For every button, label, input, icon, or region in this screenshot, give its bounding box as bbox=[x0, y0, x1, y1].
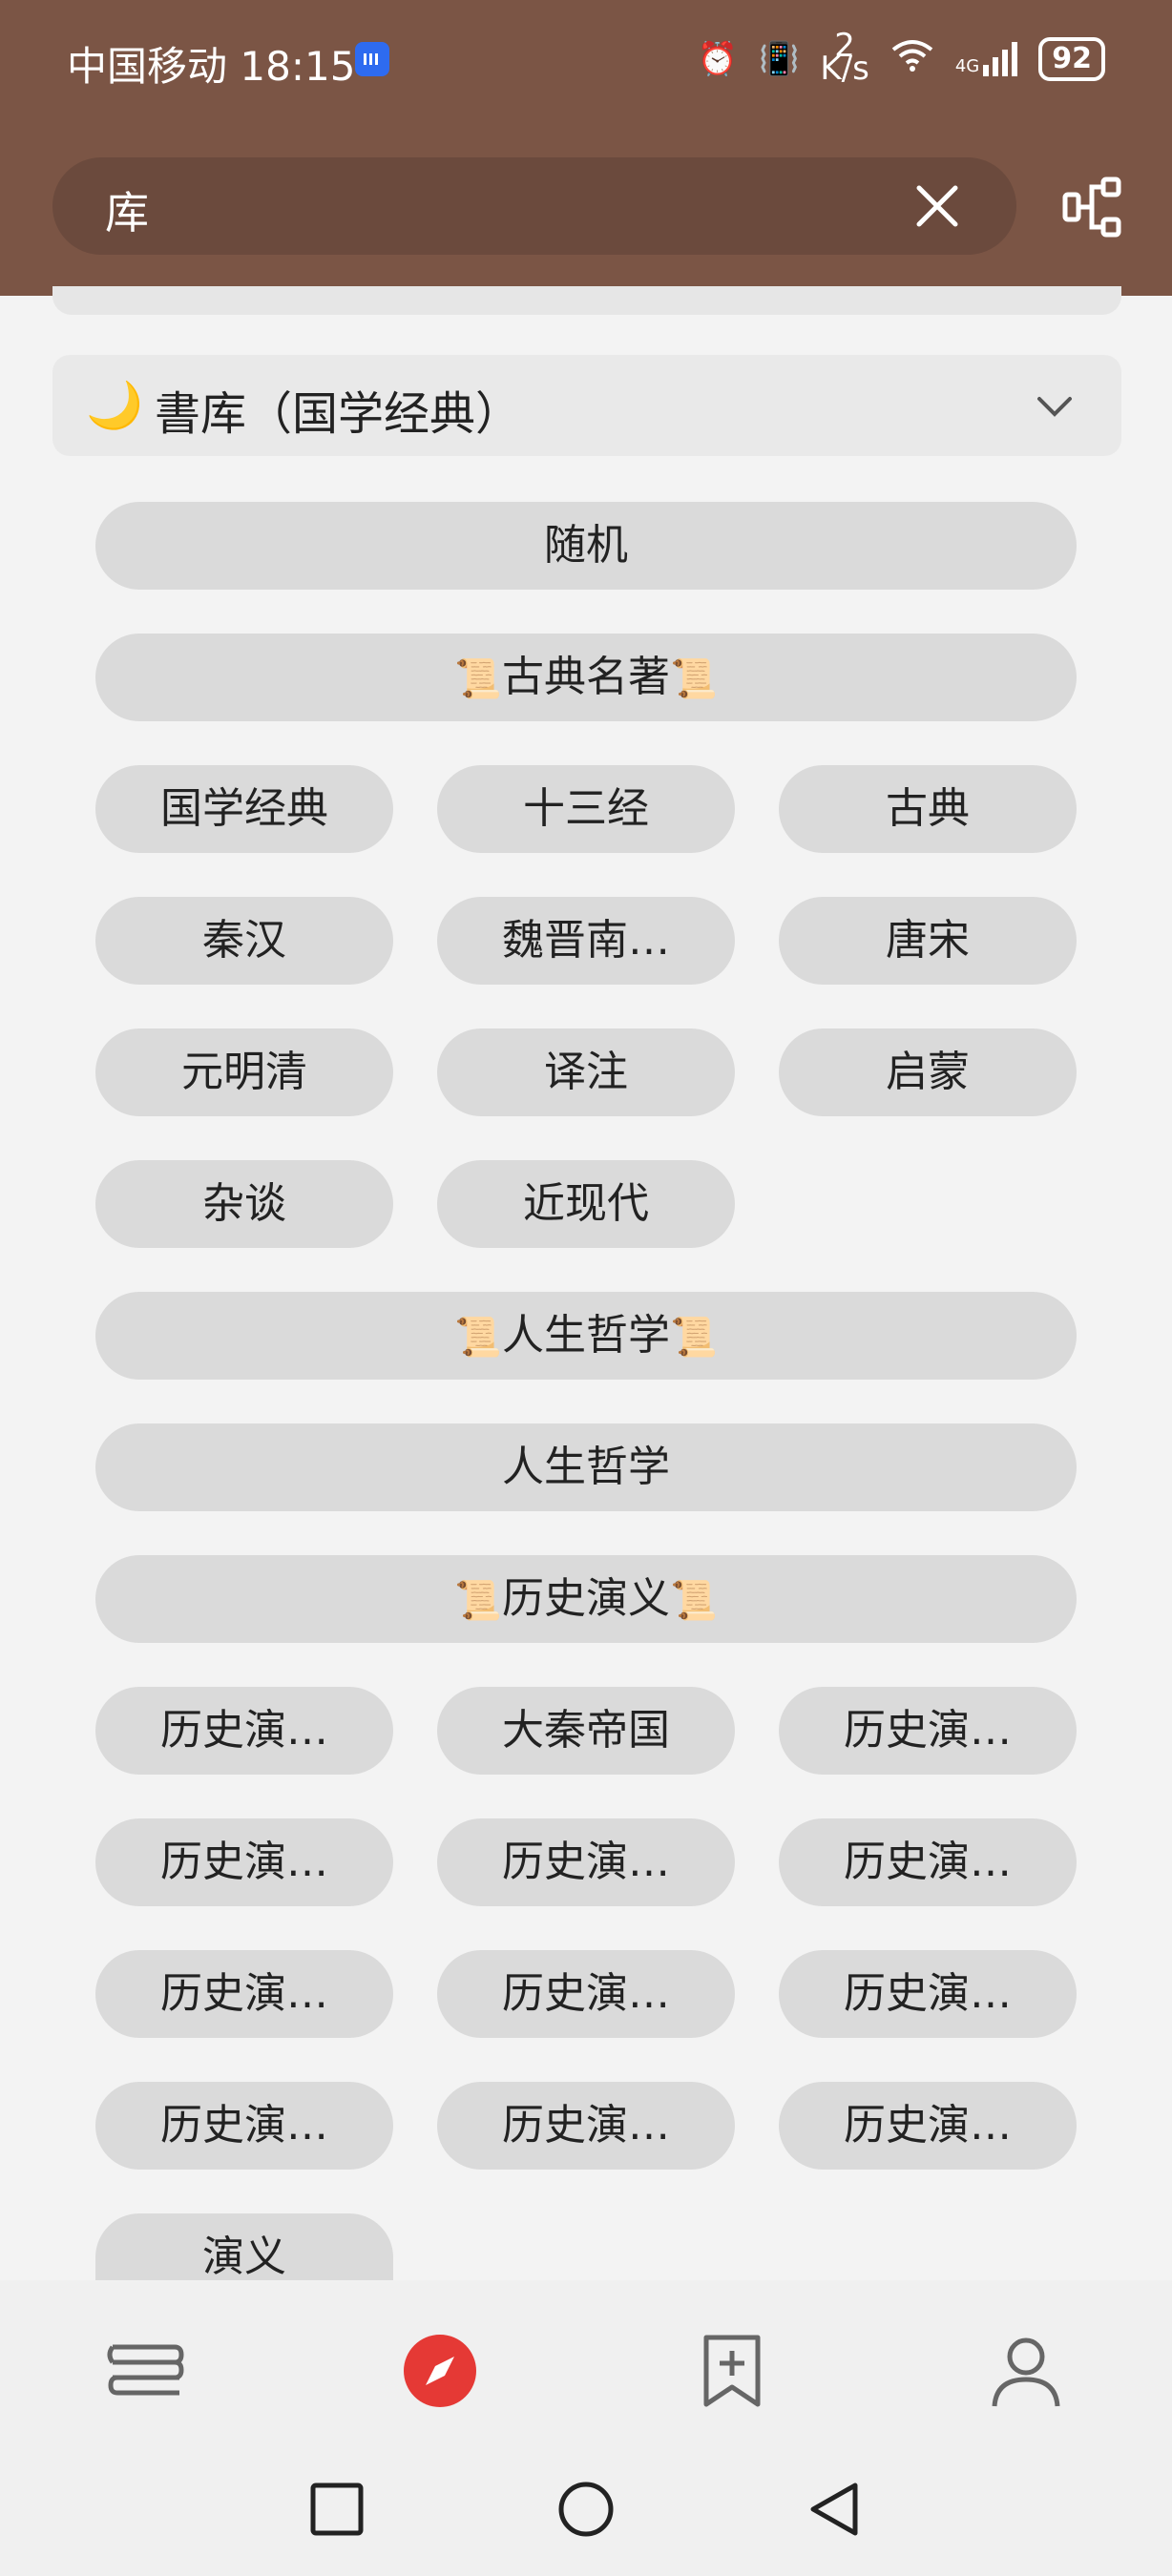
tag-item[interactable]: 历史演… bbox=[95, 1950, 393, 2038]
tag-item[interactable]: 译注 bbox=[437, 1028, 735, 1116]
tag-item[interactable]: 历史演… bbox=[95, 2082, 393, 2170]
tree-structure-icon[interactable] bbox=[1059, 174, 1126, 240]
tag-item[interactable]: 国学经典 bbox=[95, 765, 393, 853]
tag-group-header-classics[interactable]: 📜古典名著📜 bbox=[95, 634, 1077, 721]
tag-item[interactable]: 唐宋 bbox=[779, 897, 1077, 985]
scroll-icon: 📜 bbox=[454, 657, 502, 701]
tag-item[interactable]: 古典 bbox=[779, 765, 1077, 853]
status-icons: ⏰ 📳 2 K/s 4G 92 bbox=[697, 27, 1105, 88]
tag-philosophy[interactable]: 人生哲学 bbox=[95, 1423, 1077, 1511]
wifi-icon bbox=[890, 38, 934, 81]
profile-icon[interactable] bbox=[983, 2328, 1069, 2414]
alarm-icon: ⏰ bbox=[697, 40, 739, 78]
tag-item[interactable]: 历史演… bbox=[779, 1818, 1077, 1906]
tag-item[interactable]: 元明清 bbox=[95, 1028, 393, 1116]
voice-app-icon bbox=[355, 42, 389, 76]
tag-item[interactable]: 历史演… bbox=[437, 1818, 735, 1906]
net-speed: 2 K/s bbox=[820, 27, 869, 88]
chevron-down-icon[interactable] bbox=[1036, 387, 1074, 426]
bottom-navigation bbox=[0, 2280, 1172, 2452]
home-icon[interactable] bbox=[553, 2476, 619, 2543]
tag-item[interactable]: 杂谈 bbox=[95, 1160, 393, 1248]
section-header[interactable]: 🌙 書库（国学经典） bbox=[52, 355, 1121, 456]
signal-icon: 4G bbox=[955, 42, 1018, 76]
previous-section-edge bbox=[52, 286, 1121, 315]
bookshelf-icon[interactable] bbox=[103, 2328, 189, 2414]
tag-item[interactable]: 历史演… bbox=[779, 2082, 1077, 2170]
tag-item[interactable]: 历史演… bbox=[95, 1818, 393, 1906]
scroll-icon: 📜 bbox=[670, 657, 718, 701]
tag-item[interactable]: 演义 bbox=[95, 2213, 393, 2280]
tag-item[interactable]: 大秦帝国 bbox=[437, 1687, 735, 1775]
bookmark-add-icon[interactable] bbox=[689, 2328, 775, 2414]
tag-item[interactable]: 历史演… bbox=[779, 1687, 1077, 1775]
status-carrier-time: 中国移动 18:15 bbox=[67, 43, 356, 90]
status-bar: 中国移动 18:15 ⏰ 📳 2 K/s 4G 92 bbox=[0, 29, 1172, 90]
search-input[interactable]: 库 bbox=[105, 178, 149, 241]
moon-icon: 🌙 bbox=[86, 379, 143, 432]
tag-item[interactable]: 启蒙 bbox=[779, 1028, 1077, 1116]
tag-item[interactable]: 魏晋南… bbox=[437, 897, 735, 985]
tag-item[interactable]: 历史演… bbox=[437, 2082, 735, 2170]
back-icon[interactable] bbox=[802, 2476, 869, 2543]
tag-item[interactable]: 近现代 bbox=[437, 1160, 735, 1248]
scroll-icon: 📜 bbox=[454, 1579, 502, 1623]
recents-icon[interactable] bbox=[303, 2476, 370, 2543]
system-navigation-bar bbox=[0, 2452, 1172, 2576]
vibrate-icon: 📳 bbox=[759, 40, 800, 78]
battery-icon: 92 bbox=[1038, 37, 1105, 81]
app-header: 中国移动 18:15 ⏰ 📳 2 K/s 4G 92 库 bbox=[0, 0, 1172, 296]
scroll-icon: 📜 bbox=[670, 1579, 718, 1623]
tag-item[interactable]: 历史演… bbox=[95, 1687, 393, 1775]
tag-random[interactable]: 随机 bbox=[95, 502, 1077, 590]
compass-icon[interactable] bbox=[397, 2328, 483, 2414]
search-bar[interactable]: 库 bbox=[52, 157, 1016, 255]
tag-group-header-philosophy[interactable]: 📜人生哲学📜 bbox=[95, 1292, 1077, 1380]
scroll-icon: 📜 bbox=[670, 1316, 718, 1360]
tag-item[interactable]: 十三经 bbox=[437, 765, 735, 853]
tag-item[interactable]: 历史演… bbox=[437, 1950, 735, 2038]
tag-item[interactable]: 历史演… bbox=[779, 1950, 1077, 2038]
tag-item[interactable]: 秦汉 bbox=[95, 897, 393, 985]
scroll-icon: 📜 bbox=[454, 1316, 502, 1360]
tag-group-header-history[interactable]: 📜历史演义📜 bbox=[95, 1555, 1077, 1643]
close-icon[interactable] bbox=[913, 182, 961, 230]
section-title: 書库（国学经典） bbox=[155, 387, 522, 441]
